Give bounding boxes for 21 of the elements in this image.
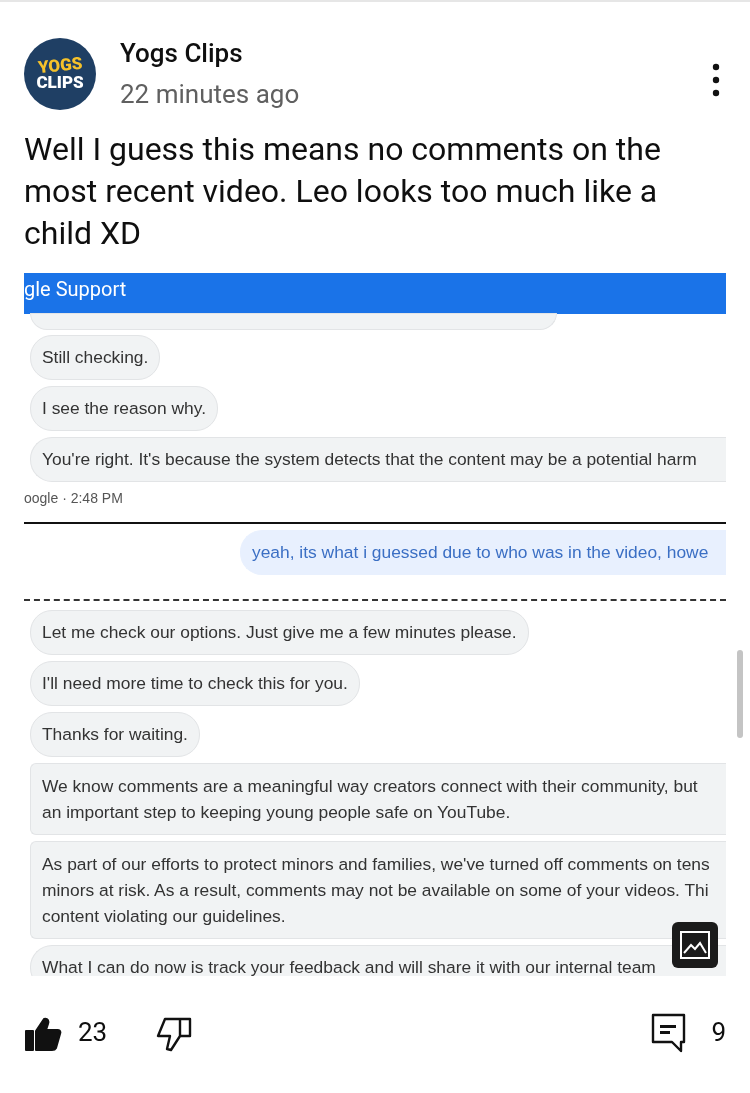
post-time: 22 minutes ago bbox=[120, 78, 300, 111]
message-bubble: yeah, its what i guessed due to who was in the video, howe bbox=[240, 530, 726, 575]
like-count: 23 bbox=[78, 1016, 108, 1050]
image-icon[interactable] bbox=[672, 922, 718, 968]
message-bubble: Thanks for waiting. bbox=[30, 712, 200, 757]
comment-icon[interactable] bbox=[651, 1012, 688, 1054]
comment-count: 9 bbox=[711, 1016, 726, 1050]
scrollbar[interactable] bbox=[737, 650, 743, 738]
message-bubble: We know comments are a meaningful way creators connect with their community, but an important step to keeping young people safe on YouTube. bbox=[30, 763, 726, 835]
message-bubble: Let me check our options. Just give me a few minutes please. bbox=[30, 610, 529, 655]
chat-header: gle Support bbox=[24, 273, 726, 314]
channel-name[interactable]: Yogs Clips bbox=[120, 34, 300, 73]
message-bubble: Still checking. bbox=[30, 335, 161, 380]
message-bubble: What I can do now is track your feedback and will share it with our internal team bbox=[30, 945, 726, 976]
channel-avatar[interactable]: YOGS CLIPS bbox=[24, 38, 96, 110]
message-bubble: I'll need more time to check this for you. bbox=[30, 661, 360, 706]
message-timestamp: oogle · 2:48 PM bbox=[24, 489, 124, 508]
message-bubble: I see the reason why. bbox=[30, 386, 218, 431]
message-bubble: You're right. It's because the system detects that the content may be a potential harm bbox=[30, 437, 726, 482]
post-text: Well I guess this means no comments on the most recent video. Leo looks too much like a child XD bbox=[23, 129, 662, 254]
message-bubble: As part of our efforts to protect minors and families, we've turned off comments on tens minors at risk. As a result, comments may not be available on some of your videos. Thi content violating our guidelines. bbox=[30, 841, 726, 939]
